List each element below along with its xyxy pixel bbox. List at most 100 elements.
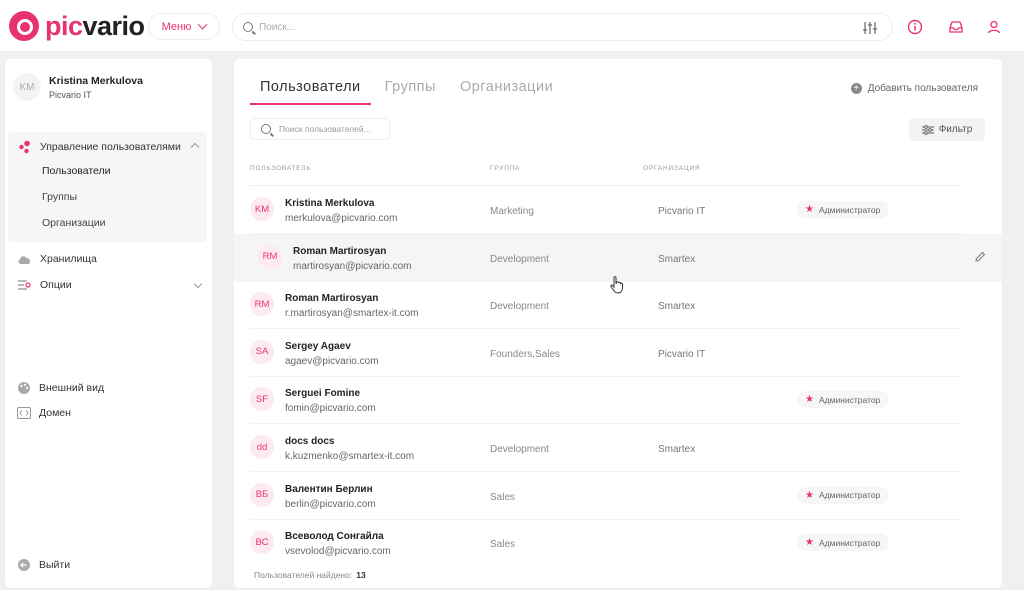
logo-icon xyxy=(9,11,39,41)
sidebar-item-domain[interactable]: Домен xyxy=(17,407,71,419)
sidebar-item-label: Выйти xyxy=(39,559,71,571)
sliders-icon[interactable] xyxy=(862,20,878,36)
star-icon: ★ xyxy=(805,394,814,406)
user-name: Serguei Fomine xyxy=(285,388,361,400)
column-header-group: ГРУППА xyxy=(490,165,521,172)
menu-button[interactable]: Меню xyxy=(148,13,220,40)
user-email: berlin@picvario.com xyxy=(285,498,376,510)
profile-button[interactable] xyxy=(980,13,1008,41)
badge-label: Администратор xyxy=(818,537,881,548)
user-group: Development xyxy=(490,444,549,455)
filter-icon xyxy=(921,124,934,135)
sidebar-item-user-management[interactable]: Управление пользователями xyxy=(18,140,200,154)
chevron-up-icon xyxy=(190,142,200,152)
star-icon: ★ xyxy=(805,204,814,215)
user-name: docs docs xyxy=(285,436,335,447)
star-icon: ★ xyxy=(805,537,814,549)
table-row[interactable]: ВБ Валентин Берлин berlin@picvario.com Sale… xyxy=(234,472,1002,520)
sidebar-item-appearance[interactable]: Внешний вид xyxy=(17,381,104,395)
global-search[interactable] xyxy=(232,13,893,41)
user-name: Roman Martirosyan xyxy=(285,293,379,305)
user-email: vsevolod@picvario.com xyxy=(285,546,391,558)
user-name: Всеволод Сонгайла xyxy=(285,531,384,543)
users-icon xyxy=(19,140,30,154)
options-icon xyxy=(18,280,31,290)
user-name: Валентин Берлин xyxy=(285,483,373,495)
sidebar-item-groups[interactable]: Группы xyxy=(42,191,77,203)
logout-button[interactable]: Выйти xyxy=(17,558,70,572)
filter-button[interactable]: Фильтр xyxy=(909,118,985,141)
table-row[interactable]: SF Serguei Fomine fomin@picvario.com ★ Админ… xyxy=(234,376,1002,425)
user-organization: Picvario IT xyxy=(658,348,706,360)
table-row[interactable]: ВС Всеволод Сонгайла vsevolod@picvario.com… xyxy=(234,519,1002,567)
sidebar-item-label: Хранилища xyxy=(40,253,97,265)
sidebar-profile[interactable]: KM Kristina Merkulova Picvario IT xyxy=(13,73,143,101)
table-row[interactable]: dd docs docs k.kuzmenko@smartex-it.com Deve… xyxy=(234,424,1002,472)
user-organization: Smartex xyxy=(658,444,696,455)
sidebar-item-label: Внешний вид xyxy=(39,382,105,394)
user-name: Kristina Merkulova xyxy=(285,198,375,209)
sidebar-item-label: Домен xyxy=(39,407,71,419)
user-email: fomin@picvario.com xyxy=(285,403,376,415)
sidebar-item-users[interactable]: Пользователи xyxy=(42,165,111,177)
cloud-icon xyxy=(18,256,31,264)
user-organization: Smartex xyxy=(658,253,696,265)
user-name: Roman Martirosyan xyxy=(293,245,387,257)
status-badge: ★ Администратор xyxy=(797,534,890,552)
profile-name: Kristina Merkulova xyxy=(49,74,143,87)
pencil-icon[interactable] xyxy=(974,251,986,263)
user-email: martirosyan@picvario.com xyxy=(293,260,412,272)
user-organization: Smartex xyxy=(658,301,696,313)
user-organization: Picvario IT xyxy=(658,206,706,217)
add-user-button[interactable]: + Добавить пользователя xyxy=(850,83,978,94)
user-email: agaev@picvario.com xyxy=(285,355,379,367)
table-row[interactable]: RM Roman Martirosyan martirosyan@picvario.… xyxy=(234,233,1002,282)
status-badge: ★ Администратор xyxy=(797,391,890,409)
badge-label: Администратор xyxy=(818,490,881,501)
inbox-button[interactable] xyxy=(942,13,970,41)
info-button[interactable] xyxy=(901,13,929,41)
column-header-organization: ОРГАНИЗАЦИЯ xyxy=(643,165,701,172)
avatar: RM xyxy=(250,292,274,317)
avatar: ВБ xyxy=(250,482,274,507)
table-row[interactable]: KM Kristina Merkulova merkulova@picvario.c… xyxy=(234,186,1002,234)
user-search-input[interactable] xyxy=(279,124,379,134)
status-badge: ★ Администратор xyxy=(797,486,890,504)
filter-label: Фильтр xyxy=(938,124,973,135)
tab-groups[interactable]: Группы xyxy=(375,59,446,105)
users-found-count: 13 xyxy=(356,570,366,580)
tab-organizations[interactable]: Организации xyxy=(450,59,563,105)
avatar: KM xyxy=(250,197,274,221)
plus-icon: + xyxy=(850,83,862,94)
sidebar-item-label: Опции xyxy=(40,279,72,291)
hand-cursor-icon xyxy=(610,276,623,294)
search-icon xyxy=(261,124,271,134)
user-search[interactable] xyxy=(250,118,390,140)
add-user-label: Добавить пользователя xyxy=(867,83,978,94)
avatar: dd xyxy=(250,435,274,459)
sidebar-item-organizations[interactable]: Организации xyxy=(42,217,106,229)
global-search-input[interactable] xyxy=(259,21,839,33)
avatar: ВС xyxy=(250,530,274,555)
profile-org: Picvario IT xyxy=(49,89,92,100)
user-group: Founders,Sales xyxy=(490,348,561,360)
badge-label: Администратор xyxy=(818,394,881,405)
sidebar: KM Kristina Merkulova Picvario IT Управл… xyxy=(5,59,212,588)
picvario-logo[interactable]: picvario xyxy=(9,11,145,41)
sidebar-item-options[interactable]: Опции xyxy=(17,279,203,291)
user-icon xyxy=(987,20,1001,34)
tab-users[interactable]: Пользователи xyxy=(250,59,371,105)
menu-label: Меню xyxy=(161,20,192,33)
code-icon xyxy=(17,407,31,419)
table-row[interactable]: SA Sergey Agaev agaev@picvario.com Founders… xyxy=(234,329,1002,377)
avatar: SF xyxy=(250,387,274,412)
user-group: Development xyxy=(490,253,549,265)
user-email: k.kuzmenko@smartex-it.com xyxy=(285,451,415,462)
avatar: RM xyxy=(258,244,282,269)
palette-icon xyxy=(18,382,30,394)
chevron-down-icon xyxy=(193,279,203,289)
column-header-user: ПОЛЬЗОВАТЕЛЬ xyxy=(250,165,312,172)
sidebar-item-storage[interactable]: Хранилища xyxy=(17,253,97,265)
top-bar: picvario Меню xyxy=(0,0,1024,52)
user-email: merkulova@picvario.com xyxy=(285,213,398,224)
